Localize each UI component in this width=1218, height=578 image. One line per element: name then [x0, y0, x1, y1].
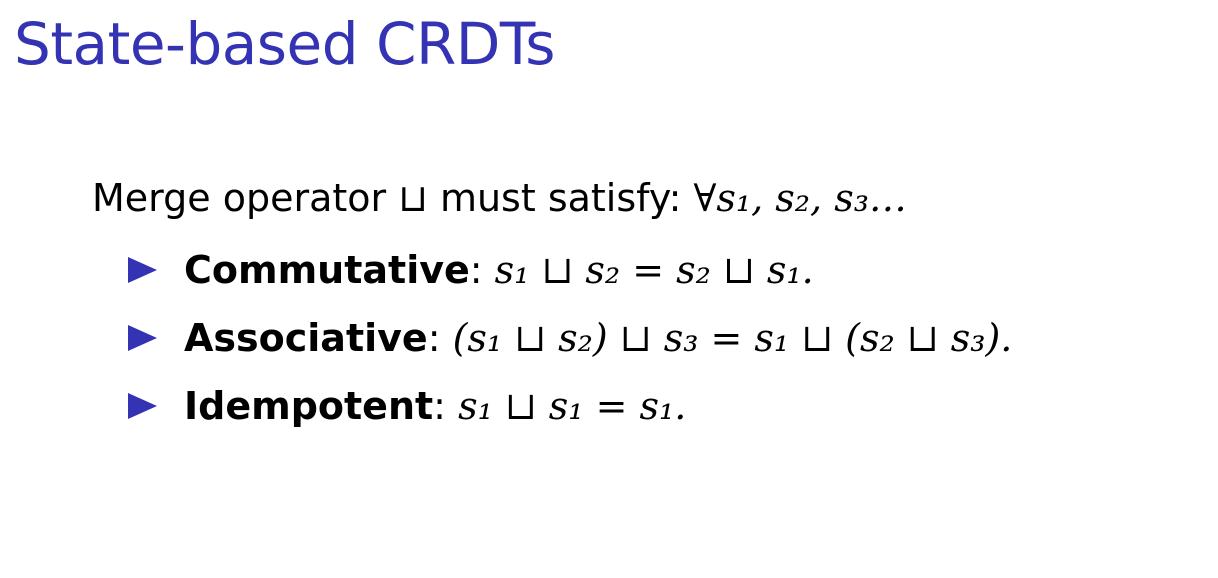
property-name: Associative	[184, 316, 428, 360]
property-name: Idempotent	[184, 384, 434, 428]
property-formula: s₁ ⊔ s₂ = s₂ ⊔ s₁.	[494, 248, 814, 292]
intro-line: Merge operator ⊔ must satisfy: ∀s₁, s₂, …	[92, 168, 907, 228]
property-body: Associative: (s₁ ⊔ s₂) ⊔ s₃ = s₁ ⊔ (s₂ ⊔…	[184, 304, 1012, 372]
slide-title: State-based CRDTs	[14, 10, 555, 78]
triangle-right-icon	[128, 393, 157, 419]
intro-formula: ∀s₁, s₂, s₃…	[693, 176, 907, 220]
property-separator: :	[469, 248, 495, 292]
property-formula: s₁ ⊔ s₁ = s₁.	[458, 384, 687, 428]
triangle-right-icon	[128, 325, 157, 351]
triangle-right-icon	[128, 257, 157, 283]
property-name: Commutative	[184, 248, 470, 292]
intro-text: Merge operator ⊔ must satisfy:	[92, 176, 694, 220]
property-body: Commutative: s₁ ⊔ s₂ = s₂ ⊔ s₁.	[184, 236, 814, 304]
property-body: Idempotent: s₁ ⊔ s₁ = s₁.	[184, 372, 686, 440]
property-formula: (s₁ ⊔ s₂) ⊔ s₃ = s₁ ⊔ (s₂ ⊔ s₃).	[452, 316, 1013, 360]
property-separator: :	[433, 384, 459, 428]
property-separator: :	[427, 316, 453, 360]
